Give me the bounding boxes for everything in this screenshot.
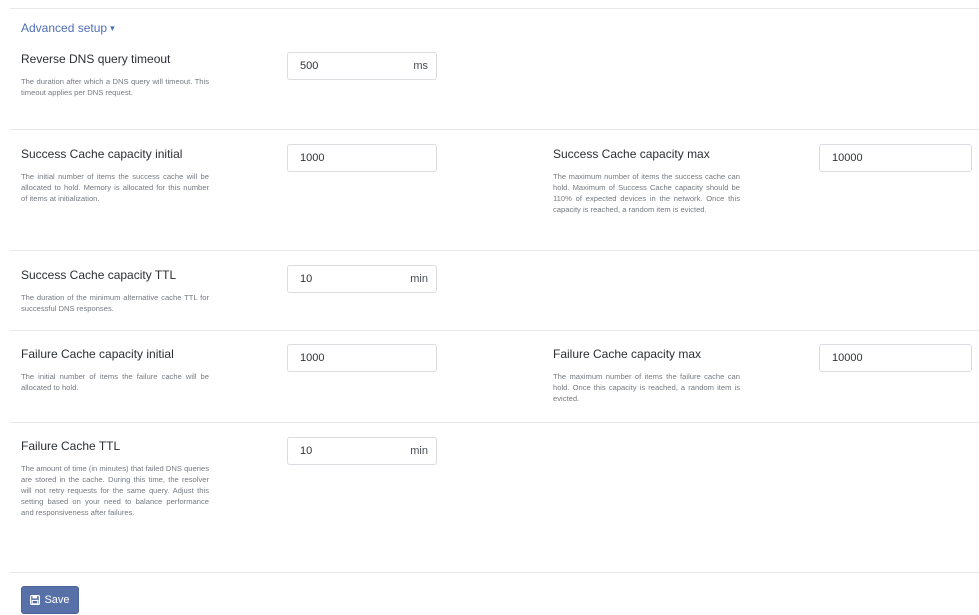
failure-cache-ttl-label: Failure Cache TTL	[21, 439, 121, 453]
failure-cache-max-help: The maximum number of items the failure …	[553, 372, 740, 403]
success-cache-max-input[interactable]	[820, 145, 971, 171]
success-cache-ttl-row: Success Cache capacity TTL The duration …	[10, 251, 979, 331]
failure-cache-initial-help: The initial number of items the failure …	[21, 372, 209, 392]
reverse-dns-help: The duration after which a DNS query wil…	[21, 77, 209, 97]
success-cache-max-field: Success Cache capacity max The maximum n…	[553, 147, 740, 215]
advanced-setup-panel: Advanced setup ▾ Reverse DNS query timeou…	[0, 0, 979, 615]
advanced-setup-label: Advanced setup	[21, 21, 108, 35]
reverse-dns-unit: ms	[413, 60, 428, 72]
success-cache-max-label: Success Cache capacity max	[553, 147, 710, 161]
failure-cache-max-input[interactable]	[820, 345, 971, 371]
failure-cache-ttl-field: Failure Cache TTL The amount of time (in…	[21, 439, 209, 518]
failure-cache-initial-label: Failure Cache capacity initial	[21, 347, 174, 361]
save-button-label: Save	[44, 594, 70, 606]
success-cache-ttl-field: Success Cache capacity TTL The duration …	[21, 268, 209, 314]
failure-cache-initial-field: Failure Cache capacity initial The initi…	[21, 347, 209, 393]
failure-cache-initial-input-group	[287, 344, 437, 372]
success-cache-ttl-input-group: min	[287, 265, 437, 293]
success-cache-max-input-group	[819, 144, 972, 172]
success-cache-initial-input-group	[287, 144, 437, 172]
caret-down-icon: ▾	[110, 23, 115, 33]
failure-cache-ttl-help: The amount of time (in minutes) that fai…	[21, 464, 209, 517]
failure-cache-ttl-unit: min	[410, 445, 428, 457]
failure-cache-initial-input[interactable]	[288, 345, 436, 371]
success-cache-ttl-label: Success Cache capacity TTL	[21, 268, 177, 282]
success-cache-capacity-row: Success Cache capacity initial The initi…	[10, 130, 979, 251]
failure-cache-ttl-input-group: min	[287, 437, 437, 465]
advanced-setup-toggle[interactable]: Advanced setup ▾	[21, 21, 115, 35]
success-cache-initial-field: Success Cache capacity initial The initi…	[21, 147, 209, 204]
failure-cache-capacity-row: Failure Cache capacity initial The initi…	[10, 331, 979, 423]
failure-cache-max-field: Failure Cache capacity max The maximum n…	[553, 347, 740, 404]
failure-cache-max-label: Failure Cache capacity max	[553, 347, 702, 361]
reverse-dns-label: Reverse DNS query timeout	[21, 52, 171, 66]
success-cache-ttl-help: The duration of the minimum alternative …	[21, 293, 209, 313]
reverse-dns-input-group: ms	[287, 52, 437, 80]
success-cache-max-help: The maximum number of items the success …	[553, 172, 740, 214]
reverse-dns-row: Reverse DNS query timeout The duration a…	[10, 42, 979, 130]
save-button[interactable]: Save	[21, 586, 79, 614]
success-cache-initial-help: The initial number of items the success …	[21, 172, 209, 203]
success-cache-initial-input[interactable]	[288, 145, 436, 171]
failure-cache-max-input-group	[819, 344, 972, 372]
top-divider	[10, 8, 979, 9]
success-cache-initial-label: Success Cache capacity initial	[21, 147, 183, 161]
failure-cache-ttl-row: Failure Cache TTL The amount of time (in…	[10, 423, 979, 573]
success-cache-ttl-unit: min	[410, 273, 428, 285]
floppy-disk-icon	[30, 595, 41, 605]
reverse-dns-field: Reverse DNS query timeout The duration a…	[21, 52, 209, 98]
